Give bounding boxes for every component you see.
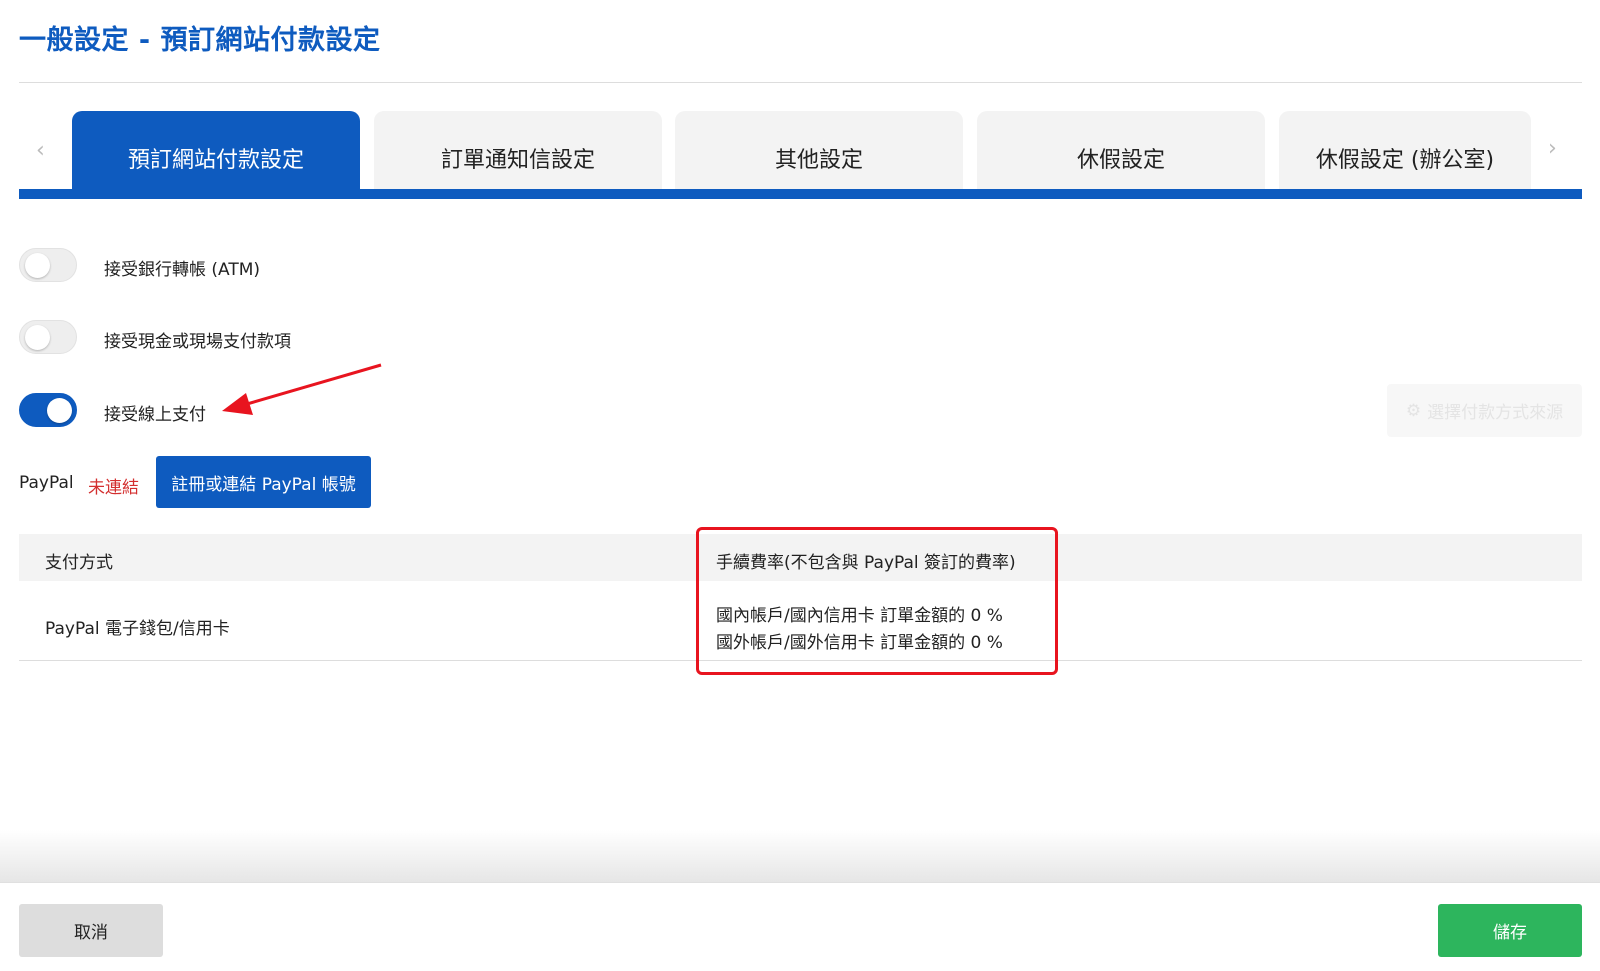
tab-underline-bar — [19, 189, 1582, 199]
toggle-knob — [47, 398, 72, 423]
footer-bar — [0, 882, 1600, 971]
tab-payment-settings[interactable]: 預訂網站付款設定 — [72, 111, 360, 189]
fee-domestic-cell: 國內帳戶/國內信用卡 訂單金額的 0 % — [716, 606, 1003, 626]
chevron-right-icon[interactable]: › — [1548, 136, 1557, 161]
atm-transfer-toggle[interactable] — [19, 248, 77, 282]
tab-holiday-settings[interactable]: 休假設定 — [977, 111, 1265, 189]
save-button[interactable]: 儲存 — [1438, 904, 1582, 957]
fee-foreign-cell: 國外帳戶/國外信用卡 訂單金額的 0 % — [716, 633, 1003, 653]
page-title: 一般設定 - 預訂網站付款設定 — [19, 25, 381, 56]
tab-label: 休假設定 (辦公室) — [1315, 148, 1495, 173]
cancel-button[interactable]: 取消 — [19, 904, 163, 957]
column-header-payment-method: 支付方式 — [45, 553, 113, 573]
column-header-fee-rate: 手續費率(不包含與 PayPal 簽訂的費率) — [716, 553, 1016, 573]
gear-icon: ⚙ — [1405, 400, 1422, 421]
tab-label: 預訂網站付款設定 — [127, 148, 304, 173]
table-header: 支付方式 手續費率(不包含與 PayPal 簽訂的費率) — [19, 534, 1582, 581]
cash-payment-label: 接受現金或現場支付款項 — [104, 332, 291, 352]
tab-order-notification[interactable]: 訂單通知信設定 — [374, 111, 662, 189]
select-payment-source-button[interactable]: ⚙ 選擇付款方式來源 — [1387, 384, 1582, 437]
online-payment-toggle[interactable] — [19, 393, 77, 427]
annotation-arrow — [222, 363, 382, 415]
atm-transfer-label: 接受銀行轉帳 (ATM) — [104, 260, 261, 280]
cash-payment-toggle[interactable] — [19, 320, 77, 354]
payment-method-cell: PayPal 電子錢包/信用卡 — [45, 619, 230, 639]
toggle-knob — [25, 253, 50, 278]
tab-label: 訂單通知信設定 — [440, 148, 595, 173]
tab-label: 休假設定 — [1076, 148, 1165, 173]
connect-paypal-button[interactable]: 註冊或連結 PayPal 帳號 — [156, 456, 371, 508]
scroll-fade — [0, 830, 1600, 882]
online-payment-label: 接受線上支付 — [104, 405, 206, 425]
tab-label: 其他設定 — [774, 148, 863, 173]
table-row: PayPal 電子錢包/信用卡 國內帳戶/國內信用卡 訂單金額的 0 % 國外帳… — [19, 581, 1582, 661]
select-payment-source-label: 選擇付款方式來源 — [1427, 403, 1564, 423]
title-divider — [19, 82, 1582, 83]
tab-holiday-settings-office[interactable]: 休假設定 (辦公室) — [1279, 111, 1531, 189]
tab-other-settings[interactable]: 其他設定 — [675, 111, 963, 189]
paypal-status-badge: 未連結 — [88, 478, 139, 498]
toggle-knob — [25, 325, 50, 350]
chevron-left-icon[interactable]: ‹ — [36, 138, 45, 163]
paypal-label: PayPal — [19, 473, 74, 493]
